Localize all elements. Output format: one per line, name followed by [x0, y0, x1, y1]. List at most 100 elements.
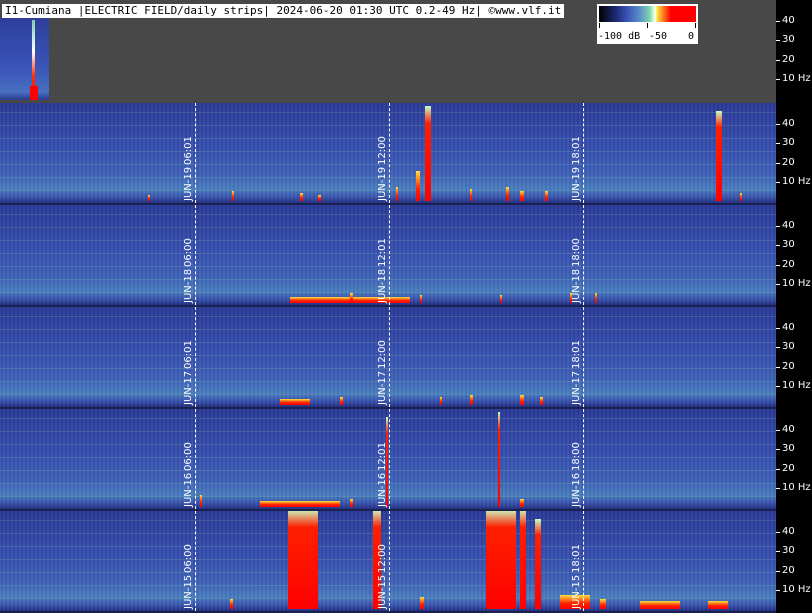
frequency-tick-label: 30 — [782, 341, 795, 352]
time-marker-label: 18:00 — [571, 442, 582, 471]
frequency-tick — [776, 532, 780, 533]
frequency-tick — [776, 21, 780, 22]
time-marker-label: 18:01 — [571, 136, 582, 165]
signal-burst — [716, 111, 722, 201]
signal-burst — [500, 295, 502, 303]
frequency-tick — [776, 449, 780, 450]
frequency-tick — [776, 40, 780, 41]
signal-burst — [350, 499, 353, 507]
time-marker-line — [583, 409, 584, 509]
signal-burst — [520, 499, 524, 507]
spectrogram-strip: 06:00 JUN-16 12:01 JUN-16 18:00 JUN-16 — [0, 409, 776, 509]
signal-burst — [420, 597, 424, 609]
signal-burst — [200, 495, 202, 507]
day-label: JUN-15 — [183, 574, 194, 609]
signal-burst — [470, 189, 472, 201]
signal-burst — [520, 395, 524, 405]
signal-burst — [300, 193, 303, 201]
frequency-tick-label: 10 Hz — [782, 584, 811, 595]
day-label: JUN-18 — [183, 268, 194, 303]
signal-burst — [520, 191, 524, 201]
frequency-tick-label: 10 Hz — [782, 380, 811, 391]
time-marker-line — [389, 103, 390, 203]
frequency-tick — [776, 347, 780, 348]
time-marker-label: 18:01 — [571, 544, 582, 573]
frequency-tick-label: 30 — [782, 34, 795, 45]
frequency-tick — [776, 163, 780, 164]
frequency-tick — [776, 182, 780, 183]
time-marker-line — [389, 409, 390, 509]
frequency-tick — [776, 284, 780, 285]
signal-burst — [600, 599, 606, 609]
signal-burst — [420, 295, 422, 303]
spectrogram-strip: 06:01 JUN-17 12:00 JUN-17 18:01 JUN-17 — [0, 307, 776, 407]
signal-burst — [230, 599, 233, 609]
frequency-tick-label: 40 — [782, 322, 795, 333]
frequency-tick-label: 30 — [782, 443, 795, 454]
signal-burst — [396, 187, 398, 201]
signal-burst — [318, 195, 321, 201]
frequency-tick-label: 30 — [782, 137, 795, 148]
spectrogram-strip: 06:00 JUN-18 12:01 JUN-18 18:00 JUN-18 — [0, 205, 776, 305]
frequency-tick — [776, 124, 780, 125]
day-label: JUN-16 — [183, 472, 194, 507]
frequency-tick-label: 20 — [782, 157, 795, 168]
signal-burst — [498, 412, 500, 507]
current-day-spectrogram — [0, 18, 49, 100]
time-marker-line — [583, 511, 584, 611]
frequency-tick-label: 40 — [782, 220, 795, 231]
time-marker-line — [195, 307, 196, 407]
signal-burst — [340, 397, 343, 405]
colorbar-label-max: 0 — [688, 31, 695, 42]
signal-burst — [148, 195, 150, 201]
frequency-tick — [776, 265, 780, 266]
time-marker-label: 12:01 — [377, 442, 388, 471]
signal-burst — [288, 511, 318, 609]
frequency-tick-label: 20 — [782, 565, 795, 576]
signal-burst — [540, 397, 543, 405]
time-marker-line — [195, 409, 196, 509]
time-marker-line — [195, 511, 196, 611]
signal-burst — [506, 187, 509, 201]
frequency-tick — [776, 590, 780, 591]
frequency-tick-label: 40 — [782, 424, 795, 435]
time-marker-label: 06:01 — [183, 136, 194, 165]
day-label: JUN-15 — [571, 574, 582, 609]
signal-burst — [486, 511, 516, 609]
time-marker-label: 18:00 — [571, 238, 582, 267]
frequency-tick — [776, 60, 780, 61]
frequency-tick-label: 30 — [782, 239, 795, 250]
day-label: JUN-15 — [377, 574, 388, 609]
time-marker-label: 12:01 — [377, 238, 388, 267]
time-marker-line — [195, 205, 196, 305]
frequency-tick — [776, 79, 780, 80]
time-marker-label: 06:00 — [183, 442, 194, 471]
day-label: JUN-17 — [571, 370, 582, 405]
time-marker-line — [583, 103, 584, 203]
colorbar: -100 dB -50 0 — [597, 4, 698, 44]
frequency-tick — [776, 367, 780, 368]
time-marker-label: 18:01 — [571, 340, 582, 369]
time-marker-label: 12:00 — [377, 544, 388, 573]
day-label: JUN-17 — [377, 370, 388, 405]
day-label: JUN-19 — [571, 166, 582, 201]
time-marker-label: 12:00 — [377, 136, 388, 165]
colorbar-label-mid: -50 — [649, 31, 668, 42]
signal-burst — [545, 191, 548, 201]
spectrogram-strip: 06:00 JUN-15 12:00 JUN-15 18:01 JUN-15 — [0, 511, 776, 611]
frequency-tick — [776, 386, 780, 387]
signal-burst — [425, 106, 431, 201]
time-marker-label: 06:00 — [183, 544, 194, 573]
colorbar-label-min: -100 dB — [598, 31, 641, 42]
colorbar-gradient — [599, 6, 696, 22]
signal-burst — [470, 395, 473, 405]
time-marker-label: 06:01 — [183, 340, 194, 369]
time-marker-line — [389, 307, 390, 407]
frequency-tick-label: 20 — [782, 259, 795, 270]
frequency-tick-label: 20 — [782, 54, 795, 65]
chart-title: I1-Cumiana |ELECTRIC FIELD/daily strips|… — [2, 4, 565, 18]
frequency-tick — [776, 245, 780, 246]
frequency-tick-label: 10 Hz — [782, 73, 811, 84]
frequency-axis: 40 30 20 10 Hz 40 30 20 10 Hz 40 30 20 10 Hz 40 30 20 1… — [776, 0, 812, 613]
day-label: JUN-19 — [183, 166, 194, 201]
